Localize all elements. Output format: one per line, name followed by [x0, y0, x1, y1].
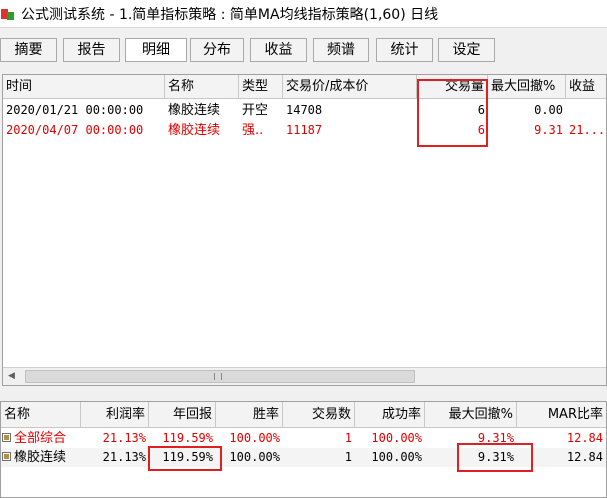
cell-volume: 6	[477, 103, 485, 117]
cell-volume: 6	[477, 123, 485, 137]
cell-profit: 21...	[569, 123, 606, 137]
tab-spectrum[interactable]: 频谱	[313, 38, 369, 62]
cell-mar-ratio: 12.84	[566, 450, 603, 464]
table-row[interactable]: 2020/04/07 00:00:00 橡胶连续 强.. 11187 6 9.3…	[3, 121, 606, 140]
cell-max-drawdown: 9.31	[534, 123, 563, 137]
col-header-success-rate[interactable]: 成功率	[355, 402, 425, 428]
cell-profit-rate: 21.13%	[102, 431, 146, 445]
cell-annual-return: 119.59%	[162, 431, 213, 445]
cell-mar-ratio: 12.84	[566, 431, 603, 445]
horizontal-scrollbar[interactable]: ◀	[3, 367, 606, 385]
cell-profit	[566, 101, 606, 120]
col-header-name[interactable]: 名称	[165, 75, 239, 99]
cell-win-rate: 100.00%	[229, 450, 280, 464]
col-header-annual-return[interactable]: 年回报	[149, 402, 216, 428]
cell-price: 14708	[286, 103, 323, 117]
scroll-left-arrow-icon[interactable]: ◀	[3, 368, 20, 385]
col-header-win-rate[interactable]: 胜率	[216, 402, 283, 428]
cell-annual-return: 119.59%	[162, 450, 213, 464]
col-header-time[interactable]: 时间	[3, 75, 165, 99]
cell-name: 橡胶连续	[14, 450, 67, 465]
cell-name: 橡胶连续	[168, 123, 221, 138]
detail-table-header: 时间 名称 类型 交易价/成本价 交易量 最大回撤% 收益	[3, 75, 606, 99]
tab-detail[interactable]: 明细	[125, 38, 187, 62]
col-header-profit-rate[interactable]: 利润率	[81, 402, 149, 428]
table-row[interactable]: 橡胶连续 21.13% 119.59% 100.00% 1 100.00% 9.…	[1, 448, 606, 467]
cell-success-rate: 100.00%	[371, 431, 422, 445]
col-header-max-drawdown[interactable]: 最大回撤%	[488, 75, 566, 99]
cell-name: 橡胶连续	[168, 103, 221, 118]
tab-settings[interactable]: 设定	[438, 38, 495, 62]
col-header-type[interactable]: 类型	[239, 75, 283, 99]
tab-report[interactable]: 报告	[63, 38, 120, 62]
tab-statistics[interactable]: 统计	[376, 38, 433, 62]
cell-max-drawdown: 0.00	[534, 103, 563, 117]
cell-trades: 1	[344, 431, 352, 445]
tab-summary[interactable]: 摘要	[0, 38, 57, 62]
cell-success-rate: 100.00%	[371, 450, 422, 464]
cell-price: 11187	[286, 123, 323, 137]
cell-time: 2020/04/07 00:00:00	[6, 123, 144, 137]
cell-profit-rate: 21.13%	[102, 450, 146, 464]
tab-bar: 摘要 报告 明细 分布 收益 频谱 统计 设定	[0, 38, 607, 62]
cell-time: 2020/01/21 00:00:00	[6, 103, 144, 117]
summary-table: 名称 利润率 年回报 胜率 交易数 成功率 最大回撤% MAR比率 全部综合 2…	[0, 401, 607, 498]
tab-profit[interactable]: 收益	[250, 38, 307, 62]
tab-distribution[interactable]: 分布	[190, 38, 244, 62]
scrollbar-thumb[interactable]	[25, 370, 415, 383]
col-header-mar-ratio[interactable]: MAR比率	[517, 402, 606, 428]
col-header-trades[interactable]: 交易数	[283, 402, 355, 428]
window-title: 公式测试系统 - 1.简单指标策略 : 简单MA均线指标策略(1,60) 日线	[21, 6, 439, 23]
cell-win-rate: 100.00%	[229, 431, 280, 445]
cell-name: 全部综合	[14, 431, 67, 446]
trade-detail-table: 时间 名称 类型 交易价/成本价 交易量 最大回撤% 收益 2020/01/21…	[2, 74, 607, 386]
contract-icon	[2, 452, 11, 461]
cell-max-drawdown: 9.31%	[477, 450, 514, 464]
table-row[interactable]: 全部综合 21.13% 119.59% 100.00% 1 100.00% 9.…	[1, 429, 606, 448]
col-header-name[interactable]: 名称	[1, 402, 81, 428]
portfolio-icon	[2, 433, 11, 442]
col-header-max-drawdown[interactable]: 最大回撤%	[425, 402, 517, 428]
app-chart-icon	[1, 7, 15, 21]
title-bar: 公式测试系统 - 1.简单指标策略 : 简单MA均线指标策略(1,60) 日线	[0, 0, 607, 28]
cell-trades: 1	[344, 450, 352, 464]
summary-table-header: 名称 利润率 年回报 胜率 交易数 成功率 最大回撤% MAR比率	[1, 402, 606, 428]
table-row[interactable]: 2020/01/21 00:00:00 橡胶连续 开空 14708 6 0.00	[3, 101, 606, 120]
cell-type: 开空	[242, 103, 269, 118]
col-header-price[interactable]: 交易价/成本价	[283, 75, 417, 99]
col-header-volume[interactable]: 交易量	[417, 75, 488, 99]
col-header-profit[interactable]: 收益	[566, 75, 606, 99]
cell-max-drawdown: 9.31%	[477, 431, 514, 445]
cell-type: 强..	[242, 123, 264, 138]
